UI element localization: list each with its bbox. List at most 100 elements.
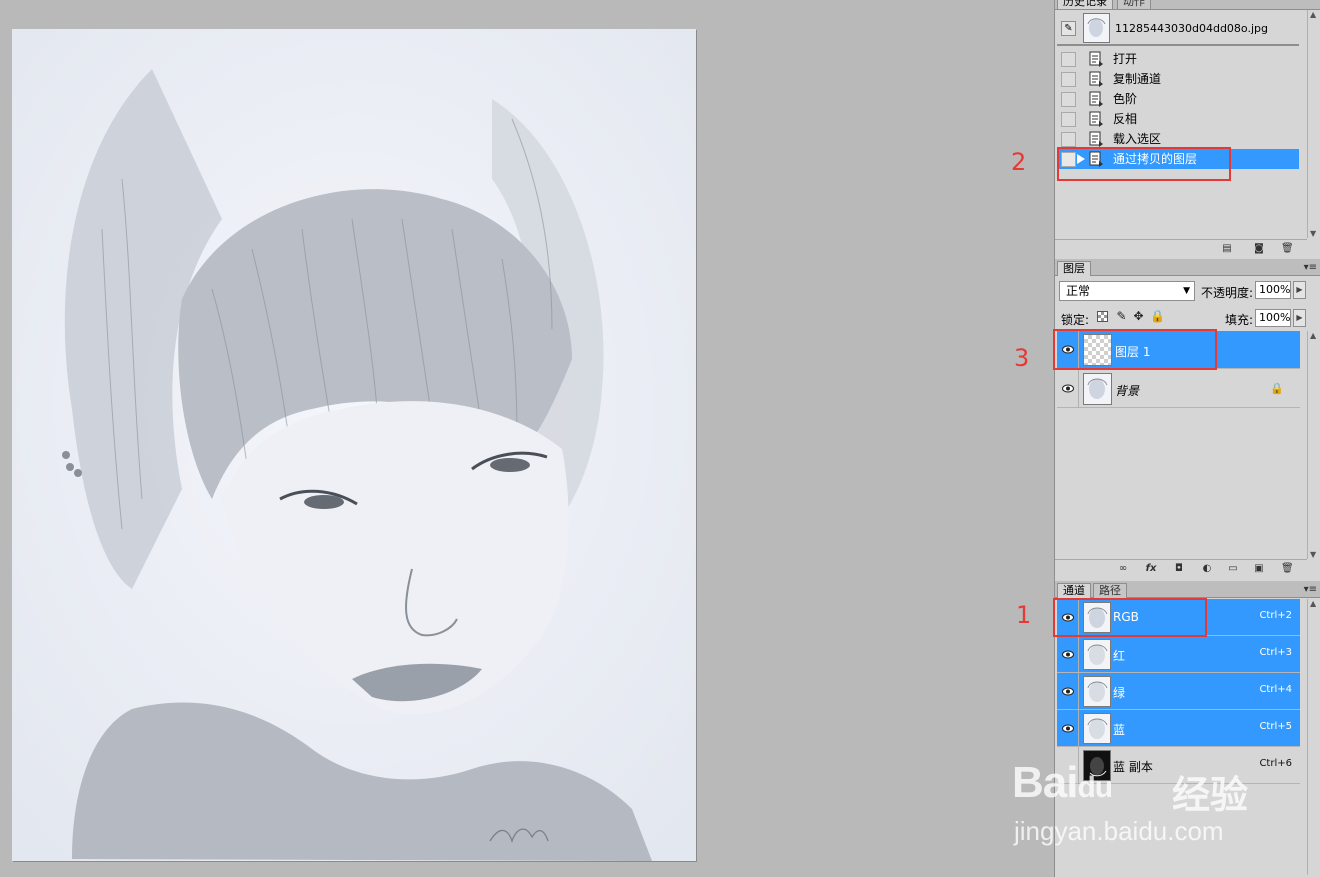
channel-shortcut: Ctrl+3 [1259, 647, 1292, 658]
scroll-up-icon[interactable]: ▲ [1310, 331, 1316, 340]
history-step-label: 载入选区 [1113, 132, 1162, 146]
lock-all-icon[interactable]: 🔒 [1150, 310, 1165, 323]
lock-image-brush-icon[interactable]: ✎ [1115, 310, 1128, 323]
annotation-number-1: 1 [1016, 601, 1032, 629]
history-step-duplicate-channel[interactable]: 复制通道 [1057, 69, 1299, 89]
opacity-field[interactable]: 100% [1255, 281, 1291, 299]
history-source-checkbox[interactable] [1061, 52, 1076, 67]
channel-name: 蓝 [1113, 723, 1126, 737]
layers-footer: ∞ fx ◘ ◐ ▭ ▣ 🗑 [1055, 559, 1307, 577]
lock-position-move-icon[interactable]: ✥ [1132, 310, 1145, 323]
history-state-icon [1089, 111, 1103, 127]
history-source-checkbox[interactable] [1061, 92, 1076, 107]
channel-visibility-toggle[interactable] [1057, 636, 1079, 673]
opacity-label: 不透明度: [1201, 286, 1254, 300]
add-mask-icon[interactable]: ◘ [1173, 563, 1185, 574]
layer-style-fx-icon[interactable]: fx [1145, 563, 1157, 574]
watermark-url: jingyan.baidu.com [1014, 816, 1224, 846]
panel-menu-icon[interactable]: ▾≡ [1304, 262, 1317, 273]
history-state-icon [1089, 91, 1103, 107]
channel-name: 红 [1113, 649, 1126, 663]
channel-visibility-toggle[interactable] [1057, 673, 1079, 710]
annotation-number-2: 2 [1011, 148, 1027, 176]
channel-row-blue[interactable]: 蓝 Ctrl+5 [1057, 710, 1300, 747]
trash-icon[interactable]: 🗑 [1281, 243, 1294, 254]
eye-icon [1062, 650, 1074, 659]
blend-mode-select[interactable]: 正常 ▼ [1059, 281, 1195, 301]
channel-name: 绿 [1113, 686, 1126, 700]
document-image[interactable] [12, 29, 696, 861]
tab-actions[interactable]: 动作 [1117, 0, 1151, 9]
panel-menu-icon[interactable]: ▾≡ [1304, 584, 1317, 595]
history-source-checkbox[interactable] [1061, 112, 1076, 127]
tab-layers[interactable]: 图层 [1057, 261, 1091, 276]
history-panel: 历史记录 动作 ✎ 11285443030d04dd08o.jpg 打开 复制通… [1055, 0, 1320, 258]
channel-shortcut: Ctrl+4 [1259, 684, 1292, 695]
history-step-open[interactable]: 打开 [1057, 49, 1299, 69]
lock-transparent-icon[interactable] [1097, 311, 1108, 322]
annotation-box-layer-1 [1053, 329, 1217, 370]
history-step-label: 复制通道 [1113, 72, 1162, 86]
pencil-portrait-image [12, 29, 696, 861]
canvas-area[interactable] [0, 0, 1054, 877]
layer-visibility-toggle[interactable] [1057, 370, 1079, 408]
scroll-down-icon[interactable]: ▼ [1310, 229, 1316, 238]
history-state-icon [1089, 131, 1103, 147]
scroll-down-icon[interactable]: ▼ [1310, 550, 1316, 559]
history-step-invert[interactable]: 反相 [1057, 109, 1299, 129]
scroll-up-icon[interactable]: ▲ [1310, 10, 1316, 19]
tab-paths[interactable]: 路径 [1093, 583, 1127, 598]
new-layer-icon[interactable]: ▣ [1253, 563, 1265, 574]
history-source-checkbox[interactable] [1061, 72, 1076, 87]
channel-row-green[interactable]: 绿 Ctrl+4 [1057, 673, 1300, 710]
fill-field[interactable]: 100% [1255, 309, 1291, 327]
tab-channels[interactable]: 通道 [1057, 583, 1091, 598]
new-group-icon[interactable]: ▭ [1227, 563, 1239, 574]
snapshot-brush-icon[interactable]: ✎ [1061, 21, 1076, 36]
channel-thumbnail [1083, 713, 1111, 744]
trash-icon[interactable]: 🗑 [1281, 563, 1294, 574]
history-step-load-selection[interactable]: 载入选区 [1057, 129, 1299, 149]
fill-slider-button[interactable]: ▶ [1293, 309, 1306, 327]
blend-mode-value: 正常 [1066, 284, 1091, 298]
layer-row-background[interactable]: 背景 🔒 [1057, 370, 1300, 408]
link-layers-icon[interactable]: ∞ [1117, 563, 1129, 574]
annotation-number-3: 3 [1014, 344, 1030, 372]
eye-icon [1062, 687, 1074, 696]
layers-scrollbar[interactable]: ▲ ▼ [1307, 331, 1319, 559]
watermark-logo-du: du [1077, 771, 1113, 804]
history-source-checkbox[interactable] [1061, 132, 1076, 147]
channel-visibility-toggle[interactable] [1057, 710, 1079, 747]
layer-name[interactable]: 背景 [1115, 382, 1139, 399]
snapshot-thumbnail [1083, 13, 1110, 43]
chevron-down-icon: ▼ [1183, 286, 1190, 296]
history-step-label: 打开 [1113, 52, 1138, 66]
annotation-box-history-step [1057, 147, 1231, 181]
opacity-slider-button[interactable]: ▶ [1293, 281, 1306, 299]
channel-row-red[interactable]: 红 Ctrl+3 [1057, 636, 1300, 673]
layer-lock-icon: 🔒 [1270, 382, 1284, 395]
watermark-logo: Baidu [1012, 758, 1113, 807]
history-tabbar: 历史记录 动作 [1055, 0, 1320, 10]
fill-label: 填充: [1225, 313, 1254, 327]
history-scrollbar[interactable]: ▲ ▼ [1307, 10, 1319, 238]
scroll-up-icon[interactable]: ▲ [1310, 599, 1316, 608]
adjustment-layer-icon[interactable]: ◐ [1201, 563, 1213, 574]
panel-dock: 历史记录 动作 ✎ 11285443030d04dd08o.jpg 打开 复制通… [1054, 0, 1320, 877]
layers-panel: 图层 ▾≡ 正常 ▼ 不透明度: 100% ▶ 锁定: ✎ ✥ 🔒 填充: 10… [1055, 259, 1320, 580]
channels-tabbar: 通道 路径 ▾≡ [1055, 581, 1320, 598]
baidu-jingyan-watermark: Baidu 经验 jingyan.baidu.com [1012, 758, 1312, 858]
history-snapshot[interactable]: ✎ 11285443030d04dd08o.jpg [1057, 12, 1299, 46]
history-step-label: 色阶 [1113, 92, 1138, 106]
history-step-levels[interactable]: 色阶 [1057, 89, 1299, 109]
channel-thumbnail [1083, 676, 1111, 707]
history-step-label: 反相 [1113, 112, 1138, 126]
layers-tabbar: 图层 ▾≡ [1055, 259, 1320, 276]
tab-history[interactable]: 历史记录 [1057, 0, 1113, 9]
history-footer: ▤ ◙ 🗑 [1055, 239, 1307, 257]
watermark-title: 经验 [1172, 775, 1249, 817]
new-document-from-state-icon[interactable]: ▤ [1221, 243, 1233, 254]
lock-label: 锁定: [1061, 313, 1090, 327]
layer-thumbnail [1083, 373, 1112, 405]
new-snapshot-icon[interactable]: ◙ [1253, 243, 1265, 254]
